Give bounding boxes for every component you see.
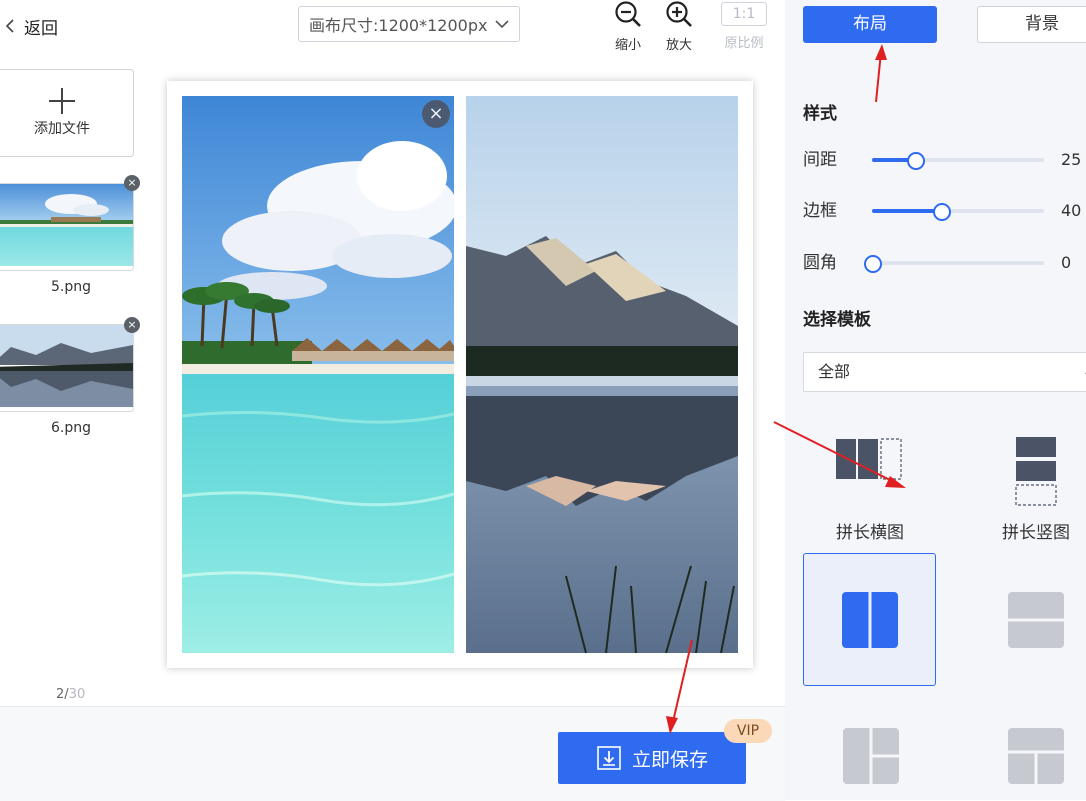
border-slider-row: 边框 40 bbox=[803, 199, 1086, 223]
spacing-slider-row: 间距 25 bbox=[803, 148, 1086, 172]
border-value: 40 bbox=[1061, 201, 1082, 220]
template-label: 拼长横图 bbox=[836, 523, 904, 543]
template-filter-value: 全部 bbox=[818, 362, 851, 381]
remove-cell-image-icon[interactable]: × bbox=[422, 100, 450, 128]
template-long-vertical[interactable] bbox=[969, 425, 1086, 520]
template-section-title: 选择模板 bbox=[803, 310, 871, 330]
chevron-down-icon: ⌄ bbox=[1082, 353, 1086, 391]
radius-value: 0 bbox=[1061, 253, 1072, 272]
tab-background[interactable]: 背景 bbox=[977, 6, 1086, 43]
template-label: 拼长竖图 bbox=[1002, 523, 1070, 543]
template-top-one-bottom-two[interactable] bbox=[969, 706, 1086, 800]
canvas-size-label: 画布尺寸:1200*1200px bbox=[309, 16, 488, 35]
file-name: 5.png bbox=[50, 279, 91, 295]
mountain-thumbnail-image bbox=[0, 325, 133, 411]
zoom-in-icon bbox=[666, 1, 692, 27]
chevron-left-icon bbox=[5, 19, 14, 33]
slider-handle[interactable] bbox=[932, 203, 951, 221]
tab-layout[interactable]: 布局 bbox=[803, 6, 937, 43]
style-section-title: 样式 bbox=[803, 104, 837, 124]
zoom-out-icon bbox=[615, 1, 641, 27]
original-ratio-label: 原比例 bbox=[724, 36, 764, 51]
template-two-columns[interactable] bbox=[803, 553, 936, 686]
ratio-value: 1:1 bbox=[721, 2, 767, 26]
grid-three-icon bbox=[843, 728, 899, 784]
spacing-value: 25 bbox=[1061, 150, 1082, 169]
template-long-horizontal[interactable] bbox=[803, 425, 937, 520]
download-icon bbox=[597, 746, 621, 770]
mountain-lake-image bbox=[466, 96, 738, 653]
collage-cell-beach[interactable] bbox=[182, 96, 454, 653]
file-thumbnail-mountain[interactable] bbox=[0, 324, 134, 412]
add-file-button[interactable]: 添加文件 bbox=[0, 69, 134, 157]
zoom-out-button[interactable]: 缩小 bbox=[604, 0, 652, 53]
zoom-in-button[interactable]: 放大 bbox=[655, 0, 703, 53]
plus-icon bbox=[49, 88, 75, 114]
collage-cell-mountain[interactable] bbox=[466, 96, 738, 653]
slider-handle[interactable] bbox=[907, 152, 925, 170]
add-file-label: 添加文件 bbox=[34, 121, 90, 137]
slider-handle[interactable] bbox=[864, 255, 882, 273]
zoom-out-label: 缩小 bbox=[614, 38, 641, 53]
collage-canvas[interactable] bbox=[167, 81, 753, 668]
original-ratio-button[interactable]: 1:1 原比例 bbox=[716, 0, 772, 51]
radius-slider[interactable] bbox=[864, 255, 1044, 273]
save-now-label: 立即保存 bbox=[631, 748, 708, 771]
zoom-in-label: 放大 bbox=[665, 38, 692, 53]
two-columns-icon bbox=[841, 591, 898, 648]
save-now-button[interactable]: 立即保存 bbox=[558, 732, 746, 784]
template-left-one-right-two[interactable] bbox=[803, 706, 937, 800]
template-two-rows[interactable] bbox=[969, 553, 1086, 687]
remove-file-icon[interactable]: × bbox=[124, 317, 140, 333]
remove-file-icon[interactable]: × bbox=[124, 175, 140, 191]
spacing-slider[interactable] bbox=[872, 152, 1044, 170]
slider-fill bbox=[872, 209, 941, 213]
page-total: 30 bbox=[68, 687, 86, 702]
page-counter: 2/30 bbox=[56, 687, 85, 702]
file-thumbnail-beach[interactable] bbox=[0, 183, 134, 271]
long-horizontal-icon bbox=[836, 438, 902, 480]
beach-thumbnail-image bbox=[0, 184, 133, 270]
file-name: 6.png bbox=[50, 420, 91, 436]
back-button[interactable]: 返回 bbox=[4, 12, 58, 40]
radius-slider-row: 圆角 0 bbox=[803, 251, 1086, 275]
border-slider[interactable] bbox=[872, 203, 1044, 221]
grid-three-top-icon bbox=[1008, 728, 1064, 784]
long-vertical-icon bbox=[1015, 437, 1057, 506]
vip-badge: VIP bbox=[724, 719, 772, 743]
two-rows-icon bbox=[1008, 592, 1064, 648]
spacing-label: 间距 bbox=[803, 150, 837, 170]
border-label: 边框 bbox=[803, 201, 837, 221]
canvas-size-select[interactable]: 画布尺寸:1200*1200px bbox=[298, 6, 520, 42]
beach-image bbox=[182, 96, 454, 653]
chevron-down-icon bbox=[495, 20, 509, 29]
radius-label: 圆角 bbox=[803, 253, 837, 273]
template-filter-select[interactable]: 全部 ⌄ bbox=[803, 352, 1086, 392]
back-label: 返回 bbox=[24, 18, 58, 39]
